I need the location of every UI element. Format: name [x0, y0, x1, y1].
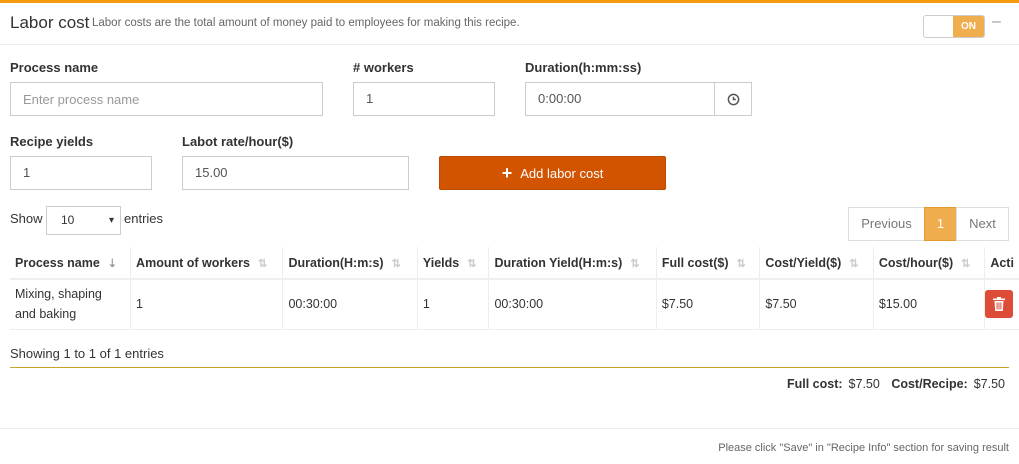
page-size-select[interactable]: 10 ▾ [46, 206, 121, 235]
process-name-input[interactable] [10, 82, 323, 116]
process-name-label: Process name [10, 60, 99, 75]
table-cell: 00:30:00 [488, 279, 657, 330]
table-row: Mixing, shaping and baking 1 00:30:00 1 … [10, 279, 1019, 330]
previous-page-button[interactable]: Previous [848, 207, 925, 241]
column-header[interactable]: Duration Yield(H:m:s) ⇅ [488, 247, 657, 280]
workers-label: # workers [353, 60, 414, 75]
show-label: Show [10, 211, 43, 226]
clock-icon [727, 93, 739, 105]
duration-label: Duration(h:mm:ss) [525, 60, 642, 75]
sort-icon: ⇅ [849, 257, 859, 270]
page-size-value: 10 [61, 213, 75, 227]
delete-row-button[interactable] [985, 290, 1014, 319]
table-info: Showing 1 to 1 of 1 entries [10, 346, 164, 361]
save-hint: Please click "Save" in "Recipe Info" sec… [718, 442, 1009, 454]
trash-icon [993, 297, 1006, 312]
table-cell: $7.50 [656, 279, 761, 330]
labor-cost-toggle[interactable]: ON [923, 15, 985, 38]
column-header[interactable]: Full cost($) ⇅ [656, 247, 761, 280]
panel-title: Labor cost [10, 13, 90, 32]
table-cell [984, 279, 1019, 330]
full-cost-label: Full cost: [786, 377, 843, 391]
column-header[interactable]: Cost/hour($) ⇅ [873, 247, 986, 280]
column-header[interactable]: Yields ⇅ [417, 247, 490, 280]
full-cost-value: $7.50 [848, 377, 880, 391]
column-header[interactable]: Duration(H:m:s) ⇅ [282, 247, 418, 280]
collapse-icon[interactable]: – [992, 13, 1001, 31]
sort-icon: ⇅ [257, 257, 268, 270]
entries-label: entries [124, 211, 164, 226]
time-picker-button[interactable] [714, 82, 752, 116]
sort-icon: ⇅ [961, 257, 971, 270]
column-header[interactable]: Amount of workers ⇅ [130, 247, 284, 280]
sort-icon: ⇅ [467, 257, 477, 270]
sort-icon: ⇅ [391, 257, 401, 270]
cost-recipe-value: $7.50 [973, 377, 1005, 391]
recipe-yields-label: Recipe yields [10, 134, 94, 149]
next-page-button[interactable]: Next [956, 207, 1009, 241]
totals: Full cost: $7.50 Cost/Recipe: $7.50 [787, 377, 1005, 391]
page-1-button[interactable]: 1 [924, 207, 957, 241]
recipe-yields-input[interactable]: 1 [10, 156, 152, 190]
workers-input[interactable]: 1 [353, 82, 495, 116]
add-labor-cost-button[interactable]: + Add labor cost [439, 156, 666, 190]
add-labor-cost-label: Add labor cost [520, 165, 604, 181]
chevron-down-icon: ▾ [108, 215, 114, 226]
column-header[interactable]: Cost/Yield($) ⇅ [759, 247, 874, 280]
table-cell: $7.50 [759, 279, 874, 330]
table-cell: 1 [417, 279, 490, 330]
panel-footer: Please click "Save" in "Recipe Info" sec… [0, 428, 1019, 464]
toggle-on-label: ON [953, 16, 984, 37]
sort-asc-icon: ⇣ [107, 257, 117, 270]
column-header[interactable]: Process name ⇣ [10, 247, 132, 280]
labor-cost-table: Process name ⇣ Amount of workers ⇅ Duratio… [10, 247, 1019, 330]
labor-cost-panel: Labor cost Labor costs are the total amo… [0, 0, 1019, 464]
divider [10, 367, 1009, 368]
labor-rate-input[interactable]: 15.00 [182, 156, 409, 190]
column-header: Acti [984, 247, 1019, 280]
table-cell: 00:30:00 [282, 279, 418, 330]
duration-input[interactable]: 0:00:00 [525, 82, 715, 116]
table-header-row: Process name ⇣ Amount of workers ⇅ Duratio… [10, 247, 1019, 280]
labor-rate-label: Labot rate/hour($) [182, 134, 294, 149]
panel-header: Labor cost Labor costs are the total amo… [0, 3, 1019, 45]
panel-subtitle: Labor costs are the total amount of mone… [92, 17, 520, 29]
plus-icon: + [501, 163, 513, 183]
sort-icon: ⇅ [630, 257, 640, 270]
cost-recipe-label: Cost/Recipe: [891, 377, 968, 391]
table-cell: $15.00 [873, 279, 986, 330]
table-cell: Mixing, shaping and baking [10, 279, 132, 330]
sort-icon: ⇅ [736, 257, 746, 270]
table-cell: 1 [130, 279, 284, 330]
